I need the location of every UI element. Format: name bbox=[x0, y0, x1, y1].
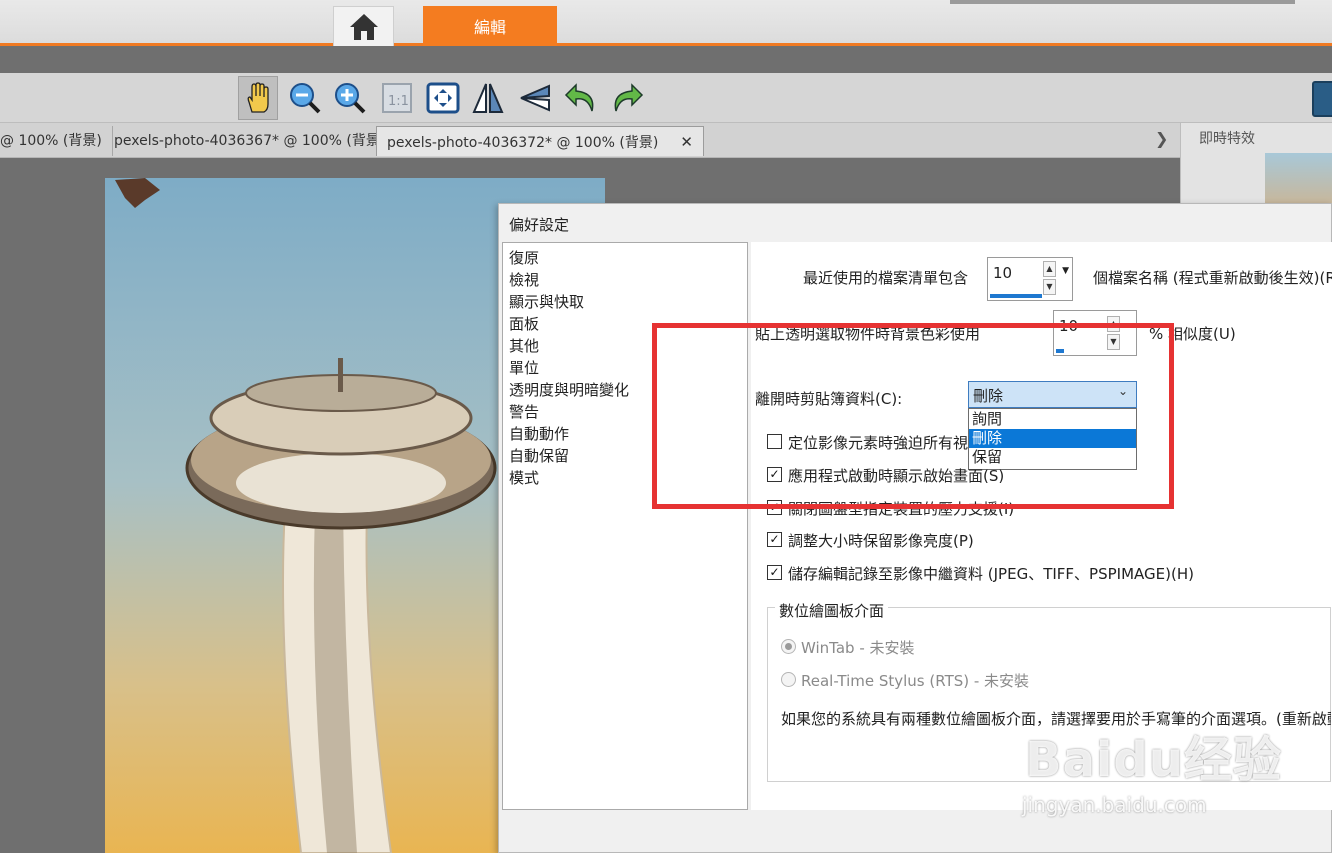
category-item[interactable]: 面板 bbox=[509, 313, 539, 334]
recent-files-suffix: 個檔案名稱 (程式重新啟動後生效)(R bbox=[1093, 269, 1332, 287]
edit-tab[interactable]: 編輯 bbox=[423, 6, 557, 46]
instant-effects-title: 即時特效 bbox=[1199, 131, 1255, 147]
close-tab-icon[interactable]: ✕ bbox=[680, 133, 693, 151]
history-checkbox-label: 儲存編輯記錄至影像中繼資料 (JPEG、TIFF、PSPIMAGE)(H) bbox=[788, 565, 1194, 583]
document-tab-3[interactable]: pexels-photo-4036372* @ 100% (背景) ✕ bbox=[376, 126, 704, 156]
category-item[interactable]: 其他 bbox=[509, 335, 539, 356]
document-tab-2[interactable]: pexels-photo-4036367* @ 100% (背景) bbox=[104, 126, 397, 156]
header-shadow bbox=[950, 0, 1295, 4]
recent-files-label: 最近使用的檔案清單包含 bbox=[803, 269, 969, 287]
workspace-band bbox=[0, 49, 1332, 73]
zoom-out-icon bbox=[290, 83, 321, 114]
wintab-label: WinTab - 未安裝 bbox=[801, 639, 915, 657]
brightness-checkbox-label: 調整大小時保留影像亮度(P) bbox=[788, 532, 974, 550]
rts-label: Real-Time Stylus (RTS) - 未安裝 bbox=[801, 672, 1030, 690]
history-checkbox[interactable]: ✓ bbox=[767, 565, 782, 580]
actual-size-button[interactable]: 1:1 bbox=[377, 76, 417, 120]
category-item[interactable]: 自動保留 bbox=[509, 445, 569, 466]
tab-scroll-right-icon[interactable]: ❯ bbox=[1155, 129, 1168, 148]
actual-size-label: 1:1 bbox=[388, 94, 409, 109]
document-tab-1-label: @ 100% (背景) bbox=[0, 133, 102, 149]
spin-down-icon[interactable]: ▼ bbox=[1043, 279, 1056, 295]
fit-window-icon bbox=[426, 82, 460, 114]
edit-tab-label: 編輯 bbox=[473, 18, 506, 37]
spin-up-icon[interactable]: ▲ bbox=[1043, 261, 1056, 277]
hand-icon bbox=[247, 82, 269, 113]
toolbar: 1:1 bbox=[0, 73, 1332, 123]
dialog-title: 偏好設定 bbox=[509, 216, 570, 234]
rts-radio[interactable] bbox=[781, 672, 796, 687]
category-item[interactable]: 顯示與快取 bbox=[509, 291, 584, 312]
highlight-annotation bbox=[652, 323, 1174, 509]
flip-vertical-button[interactable] bbox=[515, 76, 555, 120]
actual-size-icon: 1:1 bbox=[382, 83, 412, 113]
spin-dropdown-icon[interactable]: ▼ bbox=[1062, 266, 1069, 276]
undo-icon bbox=[564, 83, 594, 112]
flip-horizontal-icon bbox=[472, 83, 504, 113]
category-item[interactable]: 警告 bbox=[509, 401, 539, 422]
effect-thumbnail[interactable] bbox=[1265, 153, 1332, 203]
brightness-checkbox[interactable]: ✓ bbox=[767, 532, 782, 547]
zoom-in-icon bbox=[335, 83, 366, 114]
category-item[interactable]: 檢視 bbox=[509, 269, 539, 290]
document-tab-2-label: pexels-photo-4036367* @ 100% (背景) bbox=[114, 133, 386, 149]
redo-button[interactable] bbox=[606, 76, 646, 120]
home-icon bbox=[349, 13, 378, 40]
flip-horizontal-button[interactable] bbox=[468, 76, 508, 120]
save-button[interactable] bbox=[1312, 81, 1332, 117]
recent-files-bar bbox=[990, 294, 1042, 298]
category-item[interactable]: 透明度與明暗變化 bbox=[509, 379, 629, 400]
undo-button[interactable] bbox=[562, 76, 602, 120]
baidu-watermark: Baidu经验 bbox=[1025, 732, 1282, 788]
category-item[interactable]: 復原 bbox=[509, 247, 539, 268]
zoom-out-button[interactable] bbox=[285, 76, 325, 120]
instant-effects-panel: 即時特效 bbox=[1180, 123, 1332, 203]
flip-vertical-icon bbox=[520, 84, 550, 112]
home-tab[interactable] bbox=[333, 6, 394, 46]
wintab-radio[interactable] bbox=[781, 639, 796, 654]
top-header: 編輯 bbox=[0, 0, 1332, 46]
category-item[interactable]: 自動動作 bbox=[509, 423, 569, 444]
baidu-watermark-url: jingyan.baidu.com bbox=[1022, 793, 1207, 817]
fit-window-button[interactable] bbox=[423, 76, 463, 120]
hand-tool-button[interactable] bbox=[238, 76, 278, 120]
document-tabs: @ 100% (背景) pexels-photo-4036367* @ 100%… bbox=[0, 123, 1180, 158]
recent-files-spinner[interactable]: 10 ▲ ▼ ▼ bbox=[987, 257, 1073, 301]
category-item[interactable]: 單位 bbox=[509, 357, 539, 378]
tablet-group-title: 數位繪圖板介面 bbox=[775, 600, 889, 621]
recent-files-value: 10 bbox=[993, 264, 1013, 282]
document-tab-3-label: pexels-photo-4036372* @ 100% (背景) bbox=[387, 135, 659, 151]
category-item[interactable]: 模式 bbox=[509, 467, 539, 488]
redo-icon bbox=[614, 83, 644, 112]
zoom-in-button[interactable] bbox=[330, 76, 370, 120]
document-tab-1[interactable]: @ 100% (背景) bbox=[0, 126, 113, 156]
